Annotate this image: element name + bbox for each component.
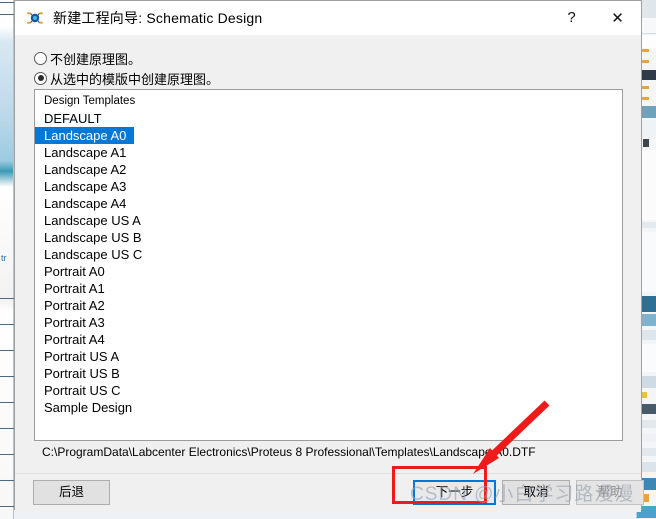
next-button[interactable]: 下一步: [413, 480, 496, 505]
list-item[interactable]: Landscape A1: [35, 144, 622, 161]
list-item[interactable]: Landscape US A: [35, 212, 622, 229]
background-left-text: tr: [1, 253, 7, 263]
radio-label-from-template: 从选中的模版中创建原理图。: [50, 71, 220, 87]
list-item[interactable]: DEFAULT: [35, 110, 622, 127]
list-item[interactable]: Portrait A1: [35, 280, 622, 297]
radio-option-from-template[interactable]: 从选中的模版中创建原理图。: [34, 69, 219, 87]
list-item[interactable]: Landscape US C: [35, 246, 622, 263]
design-templates-listbox[interactable]: Design Templates DEFAULT Landscape A0 La…: [34, 89, 623, 441]
back-button[interactable]: 后退: [33, 480, 110, 505]
list-item[interactable]: Portrait US B: [35, 365, 622, 382]
list-item[interactable]: Portrait A4: [35, 331, 622, 348]
radio-icon-unselected: [34, 51, 47, 65]
dialog-footer: 后退 下一步 取消 帮助: [15, 473, 644, 512]
list-item[interactable]: Portrait A0: [35, 263, 622, 280]
screenshot-root: tr 新建工程向导: Schematic Design ? ✕ 不创建原理图。 …: [0, 0, 656, 519]
list-item[interactable]: Landscape A4: [35, 195, 622, 212]
list-item[interactable]: Landscape US B: [35, 229, 622, 246]
list-item[interactable]: Portrait US A: [35, 348, 622, 365]
list-item[interactable]: Sample Design: [35, 399, 622, 416]
list-item-selected[interactable]: Landscape A0: [35, 127, 135, 144]
dialog-body: 不创建原理图。 从选中的模版中创建原理图。 Design Templates D…: [15, 35, 641, 473]
list-item[interactable]: Portrait US C: [35, 382, 622, 399]
titlebar-buttons: ? ✕: [549, 1, 641, 34]
titlebar-close-button[interactable]: ✕: [594, 1, 641, 34]
cancel-button[interactable]: 取消: [502, 480, 570, 505]
list-item[interactable]: Landscape A2: [35, 161, 622, 178]
template-path-label: C:\ProgramData\Labcenter Electronics\Pro…: [42, 445, 536, 459]
titlebar-help-button[interactable]: ?: [549, 1, 594, 34]
listbox-group-header: Design Templates: [44, 95, 136, 107]
dialog-titlebar: 新建工程向导: Schematic Design ? ✕: [15, 1, 641, 35]
list-item[interactable]: Portrait A2: [35, 297, 622, 314]
radio-icon-selected: [34, 71, 47, 85]
proteus-app-icon: [26, 9, 44, 27]
schematic-option-radio-group: 不创建原理图。 从选中的模版中创建原理图。: [34, 49, 219, 89]
new-project-wizard-dialog: 新建工程向导: Schematic Design ? ✕ 不创建原理图。 从选中…: [14, 0, 644, 512]
radio-option-no-schematic[interactable]: 不创建原理图。: [34, 49, 219, 67]
background-window-left: tr: [0, 0, 14, 519]
dialog-title: 新建工程向导: Schematic Design: [53, 9, 263, 26]
radio-label-no-schematic: 不创建原理图。: [50, 51, 142, 67]
list-item[interactable]: Landscape A3: [35, 178, 622, 195]
help-button: 帮助: [576, 480, 644, 505]
list-item[interactable]: Portrait A3: [35, 314, 622, 331]
